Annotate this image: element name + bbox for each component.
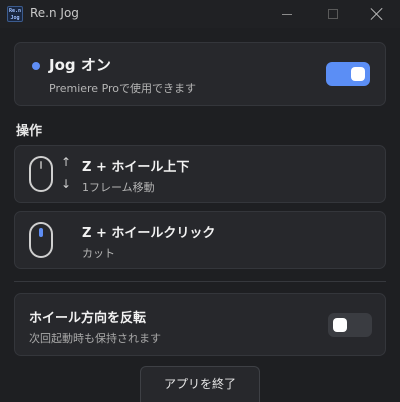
- jog-status-card: Jog オン Premiere Proで使用できます: [14, 42, 386, 106]
- jog-status-title: Jog オン: [49, 56, 111, 74]
- invert-wheel-subtitle: 次回起動時も保持されます: [29, 332, 161, 345]
- minimize-icon: [282, 13, 292, 15]
- maximize-icon: [328, 9, 338, 19]
- app-logo-text: Re.n Jog: [8, 8, 22, 21]
- invert-wheel-card: ホイール方向を反転 次回起動時も保持されます: [14, 293, 386, 356]
- arrow-up-icon: ↑: [60, 155, 72, 169]
- close-button[interactable]: [354, 0, 400, 28]
- app-logo-icon: Re.n Jog: [7, 6, 23, 22]
- minimize-button[interactable]: [264, 0, 310, 28]
- mouse-wheel-highlight: [39, 228, 43, 237]
- operation-subtitle: カット: [82, 247, 115, 260]
- mouse-scroll-icon: [29, 156, 53, 192]
- close-icon: [371, 8, 383, 20]
- toggle-knob: [351, 67, 365, 81]
- jog-status-subtitle: Premiere Proで使用できます: [49, 82, 197, 95]
- invert-wheel-title: ホイール方向を反転: [29, 311, 147, 326]
- window-title: Re.n Jog: [30, 6, 79, 20]
- app-window: Re.n Jog Re.n Jog Jog オン Premiere Proで使用…: [0, 0, 400, 402]
- invert-wheel-toggle[interactable]: [328, 313, 372, 337]
- mouse-click-icon: [29, 222, 53, 258]
- operation-wheel-click-card: Z + ホイールクリック カット: [14, 211, 386, 269]
- operations-heading: 操作: [16, 124, 43, 139]
- maximize-button: [310, 0, 356, 28]
- toggle-knob: [333, 318, 347, 332]
- section-divider: [14, 281, 386, 282]
- mouse-wheel-line: [40, 161, 42, 169]
- jog-toggle[interactable]: [326, 62, 370, 86]
- operation-title: Z + ホイール上下: [82, 160, 190, 175]
- up-down-arrows-icon: ↑ ↓: [60, 154, 72, 194]
- quit-app-button[interactable]: アプリを終了: [140, 366, 260, 402]
- operation-title: Z + ホイールクリック: [82, 226, 216, 241]
- operation-subtitle: 1フレーム移動: [82, 181, 155, 194]
- title-bar[interactable]: Re.n Jog Re.n Jog: [0, 0, 400, 28]
- status-dot-icon: [32, 62, 40, 70]
- operation-wheel-scroll-card: ↑ ↓ Z + ホイール上下 1フレーム移動: [14, 145, 386, 203]
- arrow-down-icon: ↓: [60, 177, 72, 191]
